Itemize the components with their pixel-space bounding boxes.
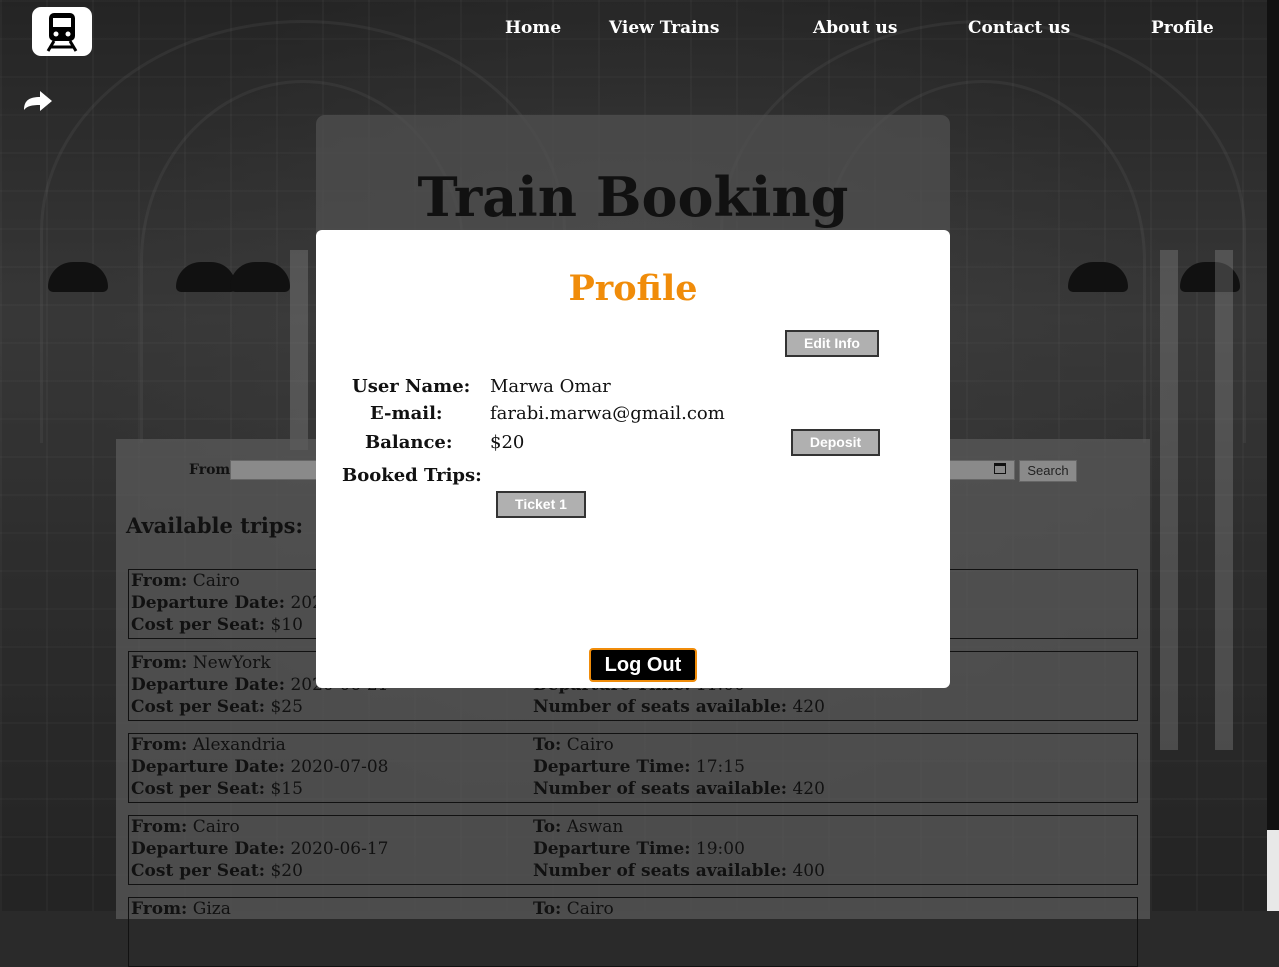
trip-to: Cairo	[566, 899, 614, 919]
cost-label: Cost per Seat:	[131, 697, 266, 717]
train-logo-icon[interactable]	[32, 7, 92, 56]
page-title: Train Booking	[417, 165, 849, 229]
to-label: To:	[533, 817, 562, 837]
trip-time: 17:15	[695, 757, 745, 777]
trip-seats: 420	[792, 779, 825, 799]
nav-profile[interactable]: Profile	[1151, 18, 1214, 38]
trip-cost: $25	[270, 697, 303, 717]
user-name-value: Marwa Omar	[490, 376, 611, 397]
nav-contact-us[interactable]: Contact us	[968, 18, 1070, 38]
nav-about-us[interactable]: About us	[813, 18, 897, 38]
date-label: Departure Date:	[131, 757, 286, 777]
cost-label: Cost per Seat:	[131, 779, 266, 799]
from-label: From:	[131, 571, 188, 591]
trip-cost: $20	[270, 861, 303, 881]
from-label: From:	[131, 735, 188, 755]
seats-label: Number of seats available:	[533, 697, 788, 717]
balance-label: Balance:	[365, 432, 453, 453]
search-button[interactable]: Search	[1019, 460, 1077, 482]
scrollbar-thumb[interactable]	[1267, 0, 1279, 830]
trip-card[interactable]: From: Cairo Departure Date: 2020-06-17 C…	[128, 815, 1138, 885]
to-label: To:	[533, 899, 562, 919]
trip-date: 2020-06-17	[290, 839, 389, 859]
from-label: From:	[131, 899, 188, 919]
available-trips-heading: Available trips:	[126, 513, 304, 538]
trip-card[interactable]: From: Giza To: Cairo	[128, 897, 1138, 967]
modal-title: Profile	[568, 268, 698, 309]
balance-value: $20	[490, 432, 525, 453]
trip-card[interactable]: From: Alexandria Departure Date: 2020-07…	[128, 733, 1138, 803]
seats-label: Number of seats available:	[533, 779, 788, 799]
cost-label: Cost per Seat:	[131, 861, 266, 881]
date-label: Departure Date:	[131, 839, 286, 859]
from-label: From:	[131, 653, 188, 673]
trip-seats: 420	[792, 697, 825, 717]
cost-label: Cost per Seat:	[131, 615, 266, 635]
user-name-label: User Name:	[352, 376, 471, 397]
trip-to: Cairo	[566, 735, 614, 755]
from-label: From	[189, 462, 231, 478]
to-label: To:	[533, 735, 562, 755]
trip-from: Giza	[192, 899, 231, 919]
nav-home[interactable]: Home	[505, 18, 561, 38]
ticket-button[interactable]: Ticket 1	[496, 491, 586, 518]
trip-date: 2020-07-08	[290, 757, 389, 777]
share-arrow-icon[interactable]	[22, 90, 54, 116]
deposit-button[interactable]: Deposit	[791, 429, 880, 456]
email-value: farabi.marwa@gmail.com	[490, 403, 725, 424]
calendar-icon[interactable]	[994, 463, 1006, 474]
trip-seats: 400	[792, 861, 825, 881]
trip-from: NewYork	[192, 653, 271, 673]
date-label: Departure Date:	[131, 593, 286, 613]
scrollbar-track[interactable]	[1267, 830, 1279, 911]
trip-cost: $15	[270, 779, 303, 799]
trip-from: Alexandria	[192, 735, 286, 755]
from-input[interactable]	[230, 460, 322, 480]
logout-button[interactable]: Log Out	[589, 648, 697, 682]
date-label: Departure Date:	[131, 675, 286, 695]
time-label: Departure Time:	[533, 839, 691, 859]
seats-label: Number of seats available:	[533, 861, 788, 881]
trip-cost: $10	[270, 615, 303, 635]
booked-trips-label: Booked Trips:	[342, 465, 482, 486]
trip-from: Cairo	[192, 817, 240, 837]
trip-from: Cairo	[192, 571, 240, 591]
trip-to: Aswan	[566, 817, 624, 837]
email-label: E-mail:	[370, 403, 443, 424]
trip-time: 19:00	[695, 839, 745, 859]
edit-info-button[interactable]: Edit Info	[785, 330, 879, 357]
from-label: From:	[131, 817, 188, 837]
nav-view-trains[interactable]: View Trains	[609, 18, 720, 38]
profile-modal: Profile Edit Info User Name: Marwa Omar …	[316, 230, 950, 688]
time-label: Departure Time:	[533, 757, 691, 777]
